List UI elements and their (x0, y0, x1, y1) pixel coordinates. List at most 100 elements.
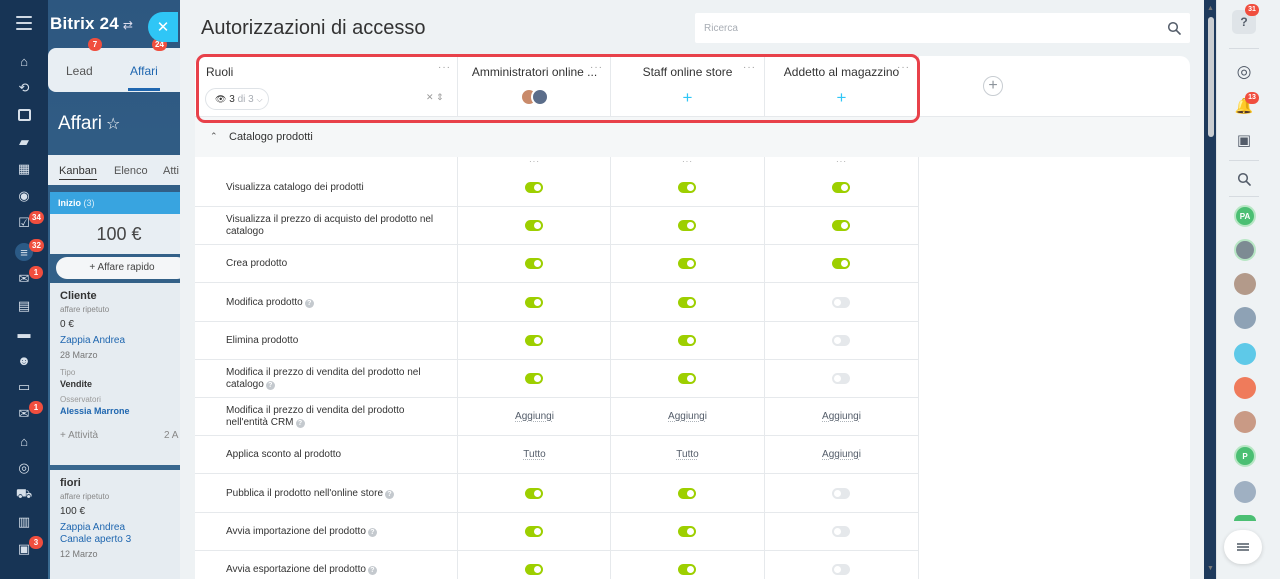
search-icon[interactable] (1167, 21, 1181, 35)
toggle-on[interactable] (525, 334, 543, 346)
calendar-icon[interactable]: ▦ (15, 160, 33, 178)
toggle-on[interactable] (525, 373, 543, 384)
permission-value-link[interactable]: Tutto (611, 449, 764, 460)
add-member-icon[interactable]: + (679, 89, 696, 107)
scroll-up-icon[interactable]: ▲ (1207, 5, 1214, 12)
toggle-on[interactable] (525, 296, 543, 308)
chat-icon[interactable]: ▰ (15, 133, 33, 151)
inventory-icon[interactable]: ▤ (15, 297, 33, 315)
add-role-button[interactable]: + (983, 76, 1003, 96)
toggle-on[interactable] (832, 220, 850, 232)
toggle-on[interactable] (678, 373, 696, 384)
role-name[interactable]: Staff online store (611, 65, 764, 79)
hamburger-menu-icon[interactable] (16, 16, 32, 30)
tab-lead[interactable]: Lead (66, 64, 93, 78)
toggle-on[interactable] (678, 182, 696, 193)
section-header[interactable]: ⌃ Catalogo prodotti (195, 117, 1190, 157)
shop-icon[interactable]: ⛟ (15, 486, 33, 504)
target-icon[interactable]: ◉ (15, 187, 33, 205)
tab-affari[interactable]: Affari (130, 64, 158, 78)
analytics-icon[interactable]: ▥ (15, 513, 33, 531)
role-more-icon[interactable]: ··· (897, 62, 910, 73)
roles-more-icon[interactable]: ··· (438, 62, 451, 73)
user-avatar[interactable] (1234, 307, 1256, 329)
deal-contact-link[interactable]: Zappia Andrea (60, 522, 178, 533)
column-more-icon[interactable]: ··· (458, 157, 611, 169)
user-avatar[interactable] (1234, 481, 1256, 503)
user-avatar-p[interactable]: P (1234, 445, 1256, 467)
quick-add-deal-button[interactable]: + Affare rapido (56, 257, 188, 279)
add-member-icon[interactable]: + (833, 89, 850, 107)
permission-value-link[interactable]: Aggiungi (765, 411, 918, 422)
stage-header[interactable]: Inizio (3) (50, 192, 188, 214)
column-more-icon[interactable]: ··· (765, 157, 918, 169)
view-attivita[interactable]: Atti (163, 165, 179, 177)
toggle-on[interactable] (832, 258, 850, 270)
help-icon[interactable]: ? (265, 381, 275, 390)
toggle-off[interactable] (832, 334, 850, 346)
user-avatar[interactable] (1234, 273, 1256, 295)
deal-card[interactable]: fiori affare ripetuto 100 € Zappia Andre… (50, 470, 188, 579)
permission-value-link[interactable]: Tutto (458, 449, 611, 460)
toggle-on[interactable] (678, 220, 696, 232)
deal-contact-link[interactable]: Zappia Andrea (60, 335, 178, 346)
flow-icon[interactable]: ⟲ (15, 79, 33, 97)
deal-card[interactable]: Cliente affare ripetuto 0 € Zappia Andre… (50, 283, 188, 465)
star-icon[interactable]: ☆ (106, 116, 120, 133)
permission-value-link[interactable]: Aggiungi (765, 449, 918, 460)
contact-card-icon[interactable] (1234, 377, 1256, 399)
help-icon[interactable]: ? (304, 298, 314, 308)
help-icon[interactable]: ? (385, 489, 395, 499)
toggle-on[interactable] (678, 564, 696, 575)
toggle-on[interactable] (678, 296, 696, 308)
home-icon[interactable]: ⌂ (15, 52, 33, 70)
employees-icon[interactable]: ☻ (15, 351, 33, 369)
toggle-on[interactable] (678, 334, 696, 346)
toggle-on[interactable] (678, 525, 696, 537)
collapse-expand-icon[interactable]: ✕ ⇕ (426, 92, 444, 103)
user-avatar-pa[interactable]: PA (1234, 205, 1256, 227)
copilot-icon[interactable]: ◎ (1232, 60, 1256, 84)
menu-icon[interactable] (1224, 530, 1262, 564)
toggle-off[interactable] (832, 487, 850, 499)
feed-icon[interactable] (15, 106, 33, 124)
role-name[interactable]: Addetto al magazzino (765, 65, 918, 79)
help-icon[interactable]: ? (295, 419, 305, 429)
company-icon[interactable]: ⌂ (15, 432, 33, 450)
permission-value-link[interactable]: Aggiungi (611, 411, 764, 422)
deal-channel-link[interactable]: Canale aperto 3 (60, 534, 178, 545)
toggle-off[interactable] (832, 296, 850, 308)
role-name[interactable]: Amministratori online ... (458, 65, 611, 79)
swap-icon[interactable]: ⇄ (123, 18, 133, 32)
deal-activity-link[interactable]: + Attività 2 A (60, 430, 178, 441)
search-icon[interactable] (1232, 167, 1256, 191)
toggle-on[interactable] (525, 487, 543, 499)
messages-icon[interactable]: ▣ (1232, 128, 1256, 152)
toggle-on[interactable] (525, 182, 543, 193)
toggle-on[interactable] (525, 258, 543, 270)
role-more-icon[interactable]: ··· (743, 62, 756, 73)
group-avatar[interactable] (1234, 239, 1256, 261)
permission-value-link[interactable]: Aggiungi (458, 411, 611, 422)
marketing-icon[interactable]: ◎ (15, 459, 33, 477)
role-members-avatars[interactable] (520, 88, 554, 108)
toggle-off[interactable] (832, 525, 850, 537)
scroll-down-icon[interactable]: ▼ (1207, 565, 1214, 572)
view-kanban[interactable]: Kanban (59, 165, 97, 180)
role-more-icon[interactable]: ··· (590, 62, 603, 73)
help-icon[interactable]: ? (367, 566, 377, 575)
scroll-thumb[interactable] (1208, 17, 1214, 137)
view-elenco[interactable]: Elenco (114, 165, 148, 177)
toggle-on[interactable] (525, 525, 543, 537)
chat-avatar-icon[interactable] (1234, 343, 1256, 365)
toggle-off[interactable] (832, 564, 850, 575)
close-slider-button[interactable]: ✕ (148, 12, 178, 42)
roles-visible-selector[interactable]: 👁 3 di 3 ⌵ (205, 88, 269, 110)
toggle-on[interactable] (832, 182, 850, 193)
toggle-on[interactable] (678, 487, 696, 499)
toggle-off[interactable] (832, 373, 850, 384)
documents-icon[interactable]: ▭ (15, 378, 33, 396)
toggle-on[interactable] (525, 564, 543, 575)
user-avatar-partial[interactable] (1234, 515, 1256, 521)
toggle-on[interactable] (678, 258, 696, 270)
